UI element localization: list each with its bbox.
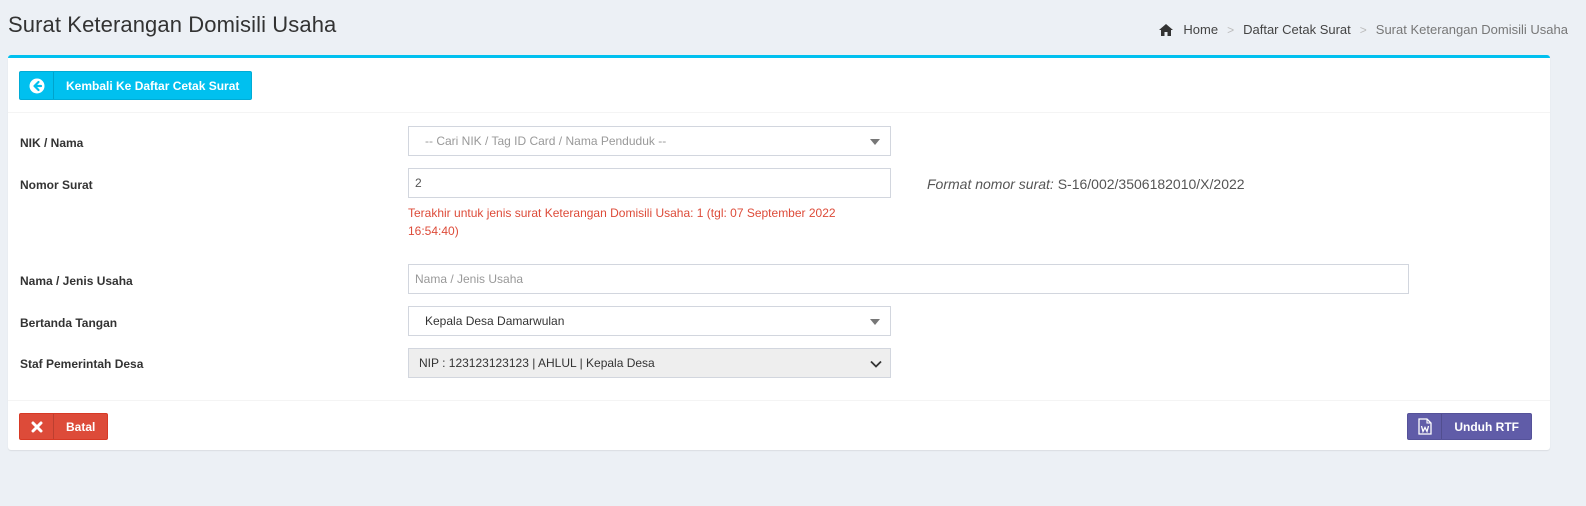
bertanda-tangan-value: Kepala Desa Damarwulan bbox=[425, 314, 565, 328]
last-number-info: Terakhir untuk jenis surat Keterangan Do… bbox=[408, 206, 836, 238]
breadcrumb-daftar-cetak-surat[interactable]: Daftar Cetak Surat bbox=[1243, 22, 1351, 37]
format-nomor-label: Format nomor surat: bbox=[927, 176, 1054, 192]
caret-down-icon bbox=[870, 139, 880, 145]
nomor-surat-input[interactable]: 2 bbox=[408, 168, 891, 198]
arrow-circle-left-icon bbox=[20, 72, 54, 99]
nama-usaha-placeholder: Nama / Jenis Usaha bbox=[415, 272, 524, 286]
cancel-label: Batal bbox=[66, 419, 96, 434]
nik-placeholder: -- Cari NIK / Tag ID Card / Nama Pendudu… bbox=[425, 134, 667, 148]
nomor-surat-value: 2 bbox=[415, 176, 422, 190]
chevron-down-icon bbox=[870, 360, 882, 368]
box-header: Kembali Ke Daftar Cetak Surat bbox=[8, 58, 1550, 113]
home-icon bbox=[1159, 23, 1174, 36]
nomor-surat-label: Nomor Surat bbox=[20, 178, 93, 192]
page-title: Surat Keterangan Domisili Usaha bbox=[8, 12, 337, 37]
cancel-button[interactable]: Batal bbox=[19, 413, 109, 440]
breadcrumb-home[interactable]: Home bbox=[1183, 22, 1218, 37]
nama-usaha-label: Nama / Jenis Usaha bbox=[20, 274, 133, 288]
bertanda-tangan-label: Bertanda Tangan bbox=[20, 316, 118, 330]
bertanda-tangan-select[interactable]: Kepala Desa Damarwulan bbox=[408, 306, 891, 336]
download-rtf-label: Unduh RTF bbox=[1454, 419, 1519, 434]
back-to-list-button[interactable]: Kembali Ke Daftar Cetak Surat bbox=[19, 71, 253, 100]
caret-down-icon bbox=[870, 319, 880, 325]
staf-select[interactable]: NIP : 123123123123 | AHLUL | Kepala Desa bbox=[408, 348, 891, 378]
breadcrumb-separator: > bbox=[1359, 22, 1367, 37]
nik-label: NIK / Nama bbox=[20, 136, 84, 150]
back-to-list-label: Kembali Ke Daftar Cetak Surat bbox=[66, 78, 240, 93]
staf-label: Staf Pemerintah Desa bbox=[20, 357, 144, 371]
nama-usaha-input[interactable]: Nama / Jenis Usaha bbox=[408, 264, 1409, 294]
box-footer: Batal Unduh RTF bbox=[8, 400, 1550, 450]
close-icon bbox=[20, 414, 54, 439]
breadcrumb-current: Surat Keterangan Domisili Usaha bbox=[1375, 22, 1568, 37]
breadcrumb-separator: > bbox=[1227, 22, 1235, 37]
staf-value: NIP : 123123123123 | AHLUL | Kepala Desa bbox=[419, 356, 655, 370]
format-nomor-value: S-16/002/3506182010/X/2022 bbox=[1057, 176, 1245, 192]
form-box: Kembali Ke Daftar Cetak Surat NIK / Nama… bbox=[8, 55, 1550, 450]
breadcrumb: Home > Daftar Cetak Surat > Surat Ketera… bbox=[1159, 22, 1568, 37]
nik-select[interactable]: -- Cari NIK / Tag ID Card / Nama Pendudu… bbox=[408, 126, 891, 156]
file-word-icon bbox=[1408, 414, 1443, 439]
format-nomor-note: Format nomor surat: S-16/002/3506182010/… bbox=[927, 176, 1245, 192]
download-rtf-button[interactable]: Unduh RTF bbox=[1407, 413, 1532, 440]
